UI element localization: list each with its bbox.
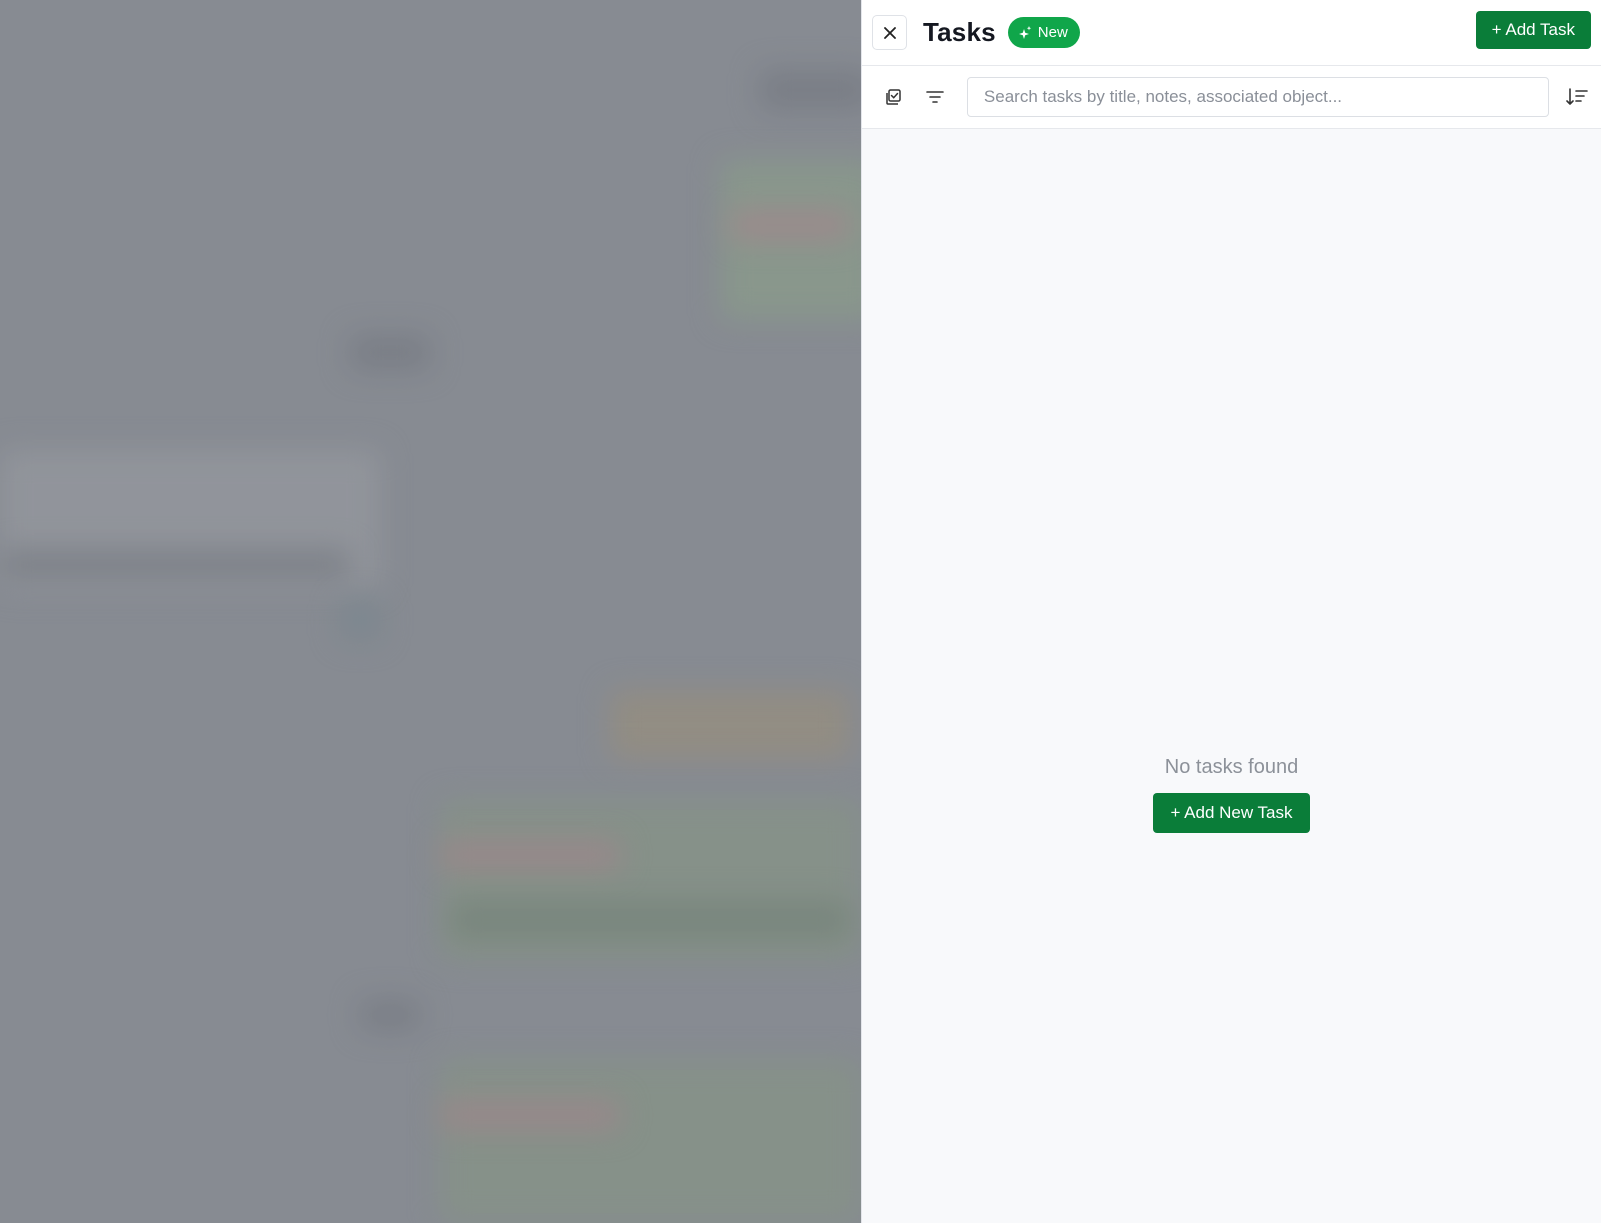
- add-new-task-button[interactable]: + Add New Task: [1153, 793, 1310, 833]
- modal-overlay[interactable]: [0, 0, 861, 1223]
- sort-descending-icon[interactable]: [1563, 83, 1591, 111]
- empty-state: No tasks found + Add New Task: [862, 756, 1601, 833]
- tasks-toolbar: [862, 66, 1601, 129]
- tasks-drawer: Tasks New + Add Task Search tasks by tit…: [861, 0, 1601, 1223]
- sparkle-icon: [1018, 25, 1031, 39]
- close-button[interactable]: [872, 15, 907, 50]
- checklist-icon[interactable]: [880, 83, 908, 111]
- background-app-blurred: [0, 0, 861, 1223]
- new-badge: New: [1007, 17, 1080, 48]
- drawer-header: Tasks New + Add Task: [862, 0, 1601, 66]
- close-icon: [883, 26, 896, 39]
- tasks-list-area: No tasks found + Add New Task: [862, 129, 1601, 1223]
- search-input[interactable]: [966, 77, 1550, 117]
- drawer-title: Tasks: [923, 17, 996, 47]
- add-task-button[interactable]: + Add Task: [1475, 11, 1591, 49]
- new-badge-label: New: [1037, 24, 1068, 41]
- filter-icon[interactable]: [921, 83, 949, 111]
- empty-state-message: No tasks found: [1164, 756, 1299, 778]
